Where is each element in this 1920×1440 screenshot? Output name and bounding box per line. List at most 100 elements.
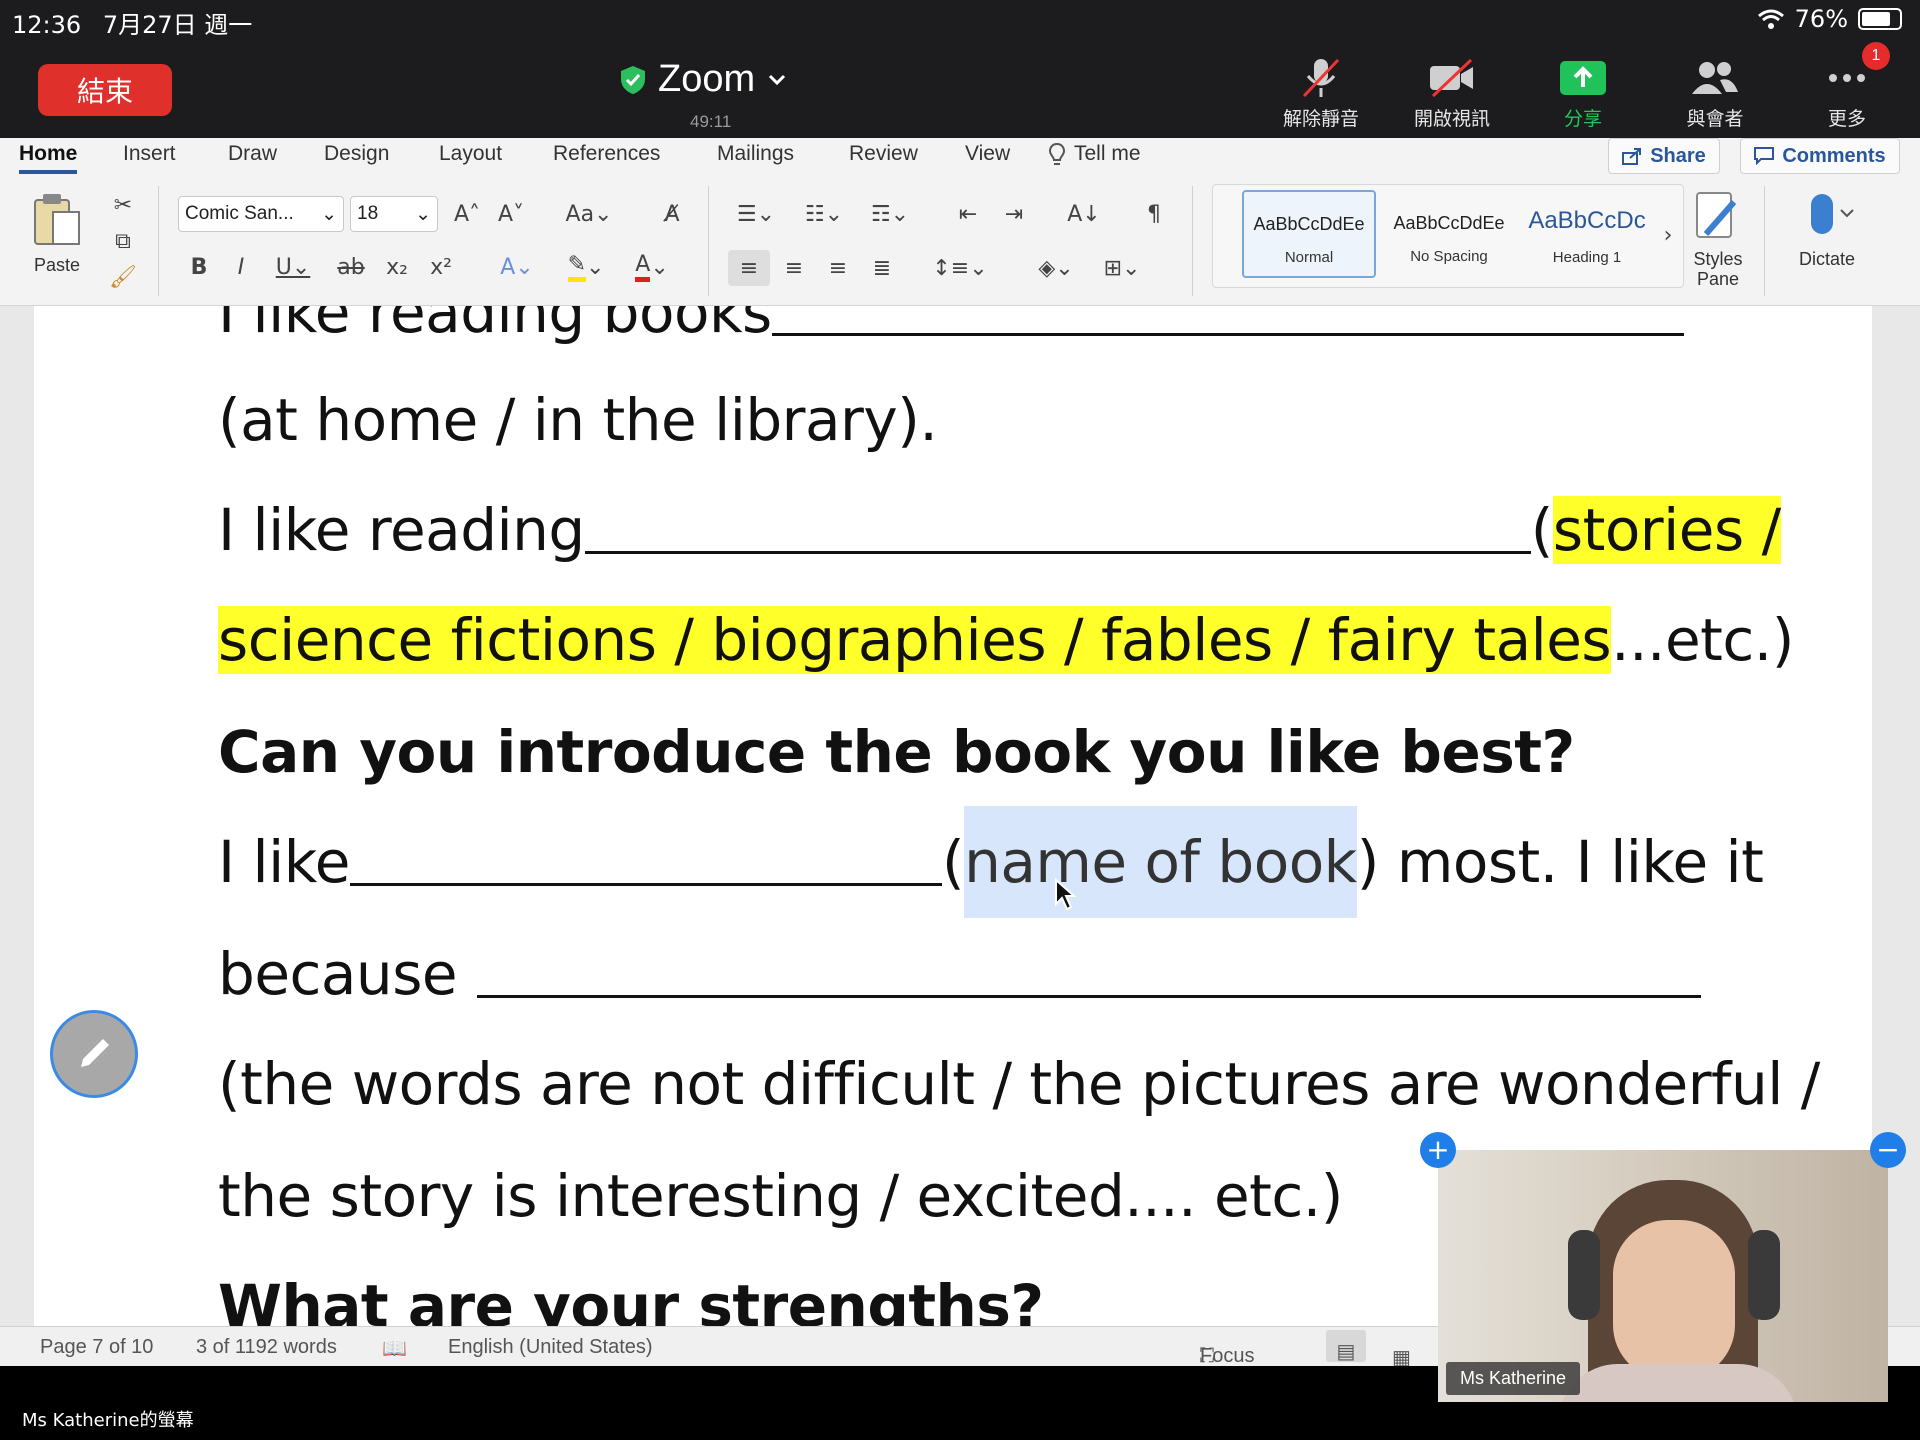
superscript-button[interactable]: x² [424, 250, 458, 284]
participants-button[interactable]: 與會者 [1660, 56, 1770, 131]
font-name-select[interactable]: Comic San... ⌄ [178, 196, 344, 232]
numbering-button[interactable]: ☷⌄ [796, 196, 852, 232]
tab-review[interactable]: Review [849, 142, 918, 166]
bullets-button[interactable]: ☰⌄ [728, 196, 784, 232]
unmute-button[interactable]: 解除靜音 [1266, 56, 1376, 131]
copy-button[interactable]: ⧉ [108, 226, 138, 256]
more-button[interactable]: 1 更多 [1792, 42, 1902, 131]
doc-line: (at home / in the library). [218, 386, 938, 454]
line-spacing-button[interactable]: ↕≡⌄ [932, 250, 988, 286]
annotate-button[interactable] [50, 1010, 138, 1098]
word-count[interactable]: 3 of 1192 words [196, 1336, 337, 1359]
highlighted-text: science fictions / biographies / fables … [218, 606, 1612, 674]
align-left-button[interactable]: ≡ [728, 250, 770, 286]
scissors-icon: ✂ [113, 192, 133, 218]
align-center-icon: ≡ [784, 255, 804, 281]
paste-button[interactable]: Paste [22, 192, 92, 276]
bold-button[interactable]: B [184, 250, 214, 284]
shading-button[interactable]: ◈⌄ [1028, 250, 1084, 286]
tab-design[interactable]: Design [324, 142, 389, 166]
highlight-button[interactable]: ✎ ⌄ [558, 250, 614, 284]
clear-formatting-button[interactable]: A̸ [654, 196, 690, 232]
tab-home[interactable]: Home [19, 142, 78, 174]
paste-icon [34, 194, 80, 245]
doc-text: I like reading books [218, 306, 772, 346]
align-center-button[interactable]: ≡ [774, 250, 814, 286]
decrease-indent-icon: ⇤ [958, 201, 978, 227]
paint-bucket-icon: ◈⌄ [1038, 255, 1074, 281]
text-effects-button[interactable]: A⌄ [492, 250, 542, 284]
borders-button[interactable]: ⊞⌄ [1094, 250, 1150, 286]
justify-button[interactable]: ≣ [862, 250, 902, 286]
microphone-icon [1811, 194, 1854, 234]
start-video-button[interactable]: 開啟視訊 [1397, 56, 1507, 131]
styles-pane-button[interactable]: Styles Pane [1688, 190, 1748, 289]
style-heading-1[interactable]: AaBbCcDc Heading 1 [1520, 190, 1654, 278]
tab-insert[interactable]: Insert [123, 142, 176, 166]
change-case-button[interactable]: Aa⌄ [562, 196, 616, 232]
page-count[interactable]: Page 7 of 10 [40, 1336, 153, 1359]
underline-button[interactable]: U⌄ [268, 250, 318, 284]
meeting-title-text: Zoom [658, 58, 756, 100]
font-size-select[interactable]: 18 ⌄ [350, 196, 438, 232]
styles-pane-label: Styles Pane [1693, 249, 1743, 289]
style-normal[interactable]: AaBbCcDdEe Normal [1242, 190, 1376, 278]
italic-button[interactable]: I [226, 250, 256, 284]
tab-draw[interactable]: Draw [228, 142, 277, 166]
style-preview: AaBbCcDdEe [1253, 214, 1365, 234]
meeting-title[interactable]: Zoom [620, 58, 787, 101]
language-indicator[interactable]: English (United States) [448, 1336, 653, 1359]
show-marks-button[interactable]: ¶ [1136, 196, 1172, 232]
date-text: 7月27日 週一 [102, 11, 253, 39]
dictate-button[interactable]: Dictate [1782, 190, 1872, 270]
styles-more-button[interactable]: › [1656, 220, 1680, 250]
styles-pane-icon [1696, 192, 1737, 238]
doc-line: Can you introduce the book you like best… [218, 718, 1575, 786]
superscript-icon: x² [430, 254, 452, 280]
tab-layout[interactable]: Layout [439, 142, 502, 166]
status-time: 12:36 7月27日 週一 [12, 5, 252, 40]
expand-video-button[interactable]: + [1420, 1132, 1456, 1168]
answer-blank [584, 502, 1531, 554]
text-effects-icon: A⌄ [500, 254, 534, 280]
subscript-button[interactable]: x₂ [380, 250, 414, 284]
strikethrough-button[interactable]: ab [334, 250, 368, 284]
doc-text: ( [1530, 496, 1554, 564]
multilevel-list-button[interactable]: ☶⌄ [862, 196, 918, 232]
doc-line: I like reading books [218, 306, 1684, 346]
grow-font-icon: A˄ [453, 201, 481, 227]
shrink-font-button[interactable]: A˅ [494, 196, 528, 232]
tab-mailings[interactable]: Mailings [717, 142, 794, 166]
print-layout-button[interactable]: ▤ [1326, 1330, 1366, 1363]
end-meeting-button[interactable]: 結束 [38, 64, 172, 116]
decrease-indent-button[interactable]: ⇤ [950, 196, 986, 232]
more-icon [1829, 74, 1865, 82]
tell-me-label: Tell me [1074, 142, 1141, 165]
style-preview: AaBbCcDc [1528, 207, 1646, 234]
comments-button[interactable]: Comments [1740, 138, 1900, 174]
tab-references[interactable]: References [553, 142, 660, 166]
increase-indent-button[interactable]: ⇥ [996, 196, 1032, 232]
battery-icon [1858, 8, 1902, 30]
share-button[interactable]: Share [1608, 138, 1720, 174]
style-no-spacing[interactable]: AaBbCcDdEe No Spacing [1382, 190, 1516, 278]
ribbon-separator [708, 186, 709, 296]
more-label: 更多 [1827, 108, 1866, 130]
style-label: No Spacing [1410, 248, 1488, 265]
tab-view[interactable]: View [965, 142, 1010, 166]
cut-button[interactable]: ✂ [108, 190, 138, 220]
align-right-button[interactable]: ≡ [818, 250, 858, 286]
mic-muted-icon [1302, 58, 1340, 98]
share-screen-button[interactable]: 分享 [1528, 56, 1638, 131]
proofing-icon[interactable]: 📖 [382, 1336, 407, 1361]
multilevel-list-icon: ☶⌄ [870, 201, 910, 227]
selected-text[interactable]: name of book [964, 806, 1357, 918]
tell-me[interactable]: Tell me [1048, 142, 1141, 168]
doc-text: ...etc.) [1611, 606, 1794, 674]
doc-text: I like reading [218, 496, 585, 564]
minimize-video-button[interactable]: − [1870, 1132, 1906, 1168]
format-painter-button[interactable]: 🖌 [108, 262, 138, 292]
sort-button[interactable]: A↓ [1064, 196, 1104, 232]
font-color-button[interactable]: A ⌄ [624, 250, 680, 284]
grow-font-button[interactable]: A˄ [450, 196, 484, 232]
